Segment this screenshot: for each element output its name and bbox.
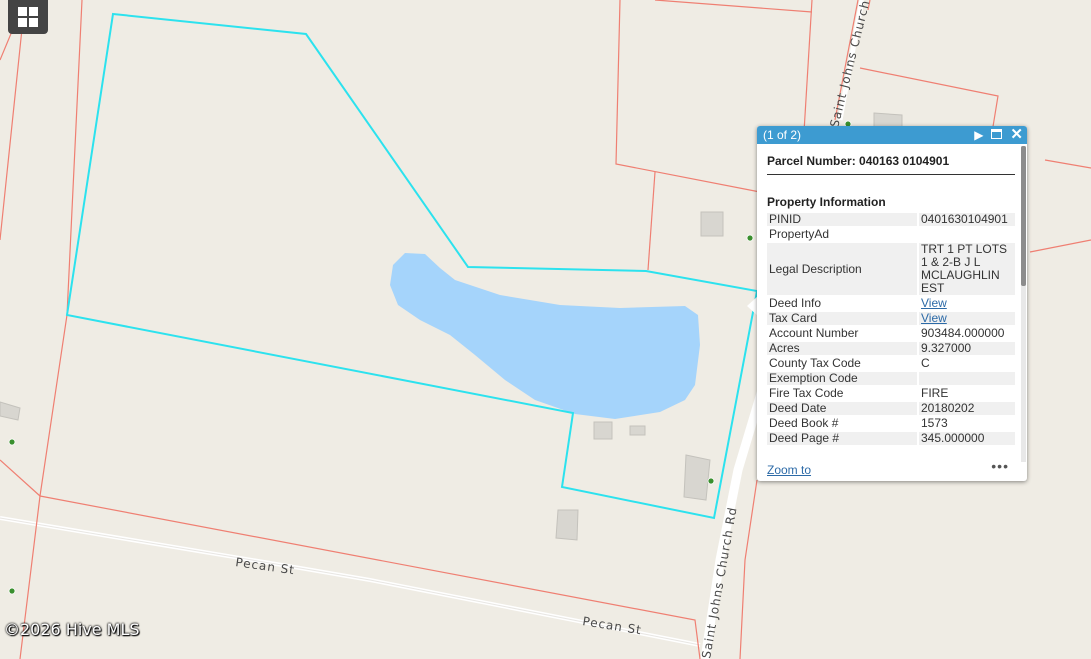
field-value: FIRE <box>921 386 949 400</box>
parcel-number-title: Parcel Number: 040163 0104901 <box>767 154 1015 175</box>
popup-scrollbar[interactable] <box>1021 146 1026 462</box>
field-label: Account Number <box>769 326 859 340</box>
table-row: Deed Book # 1573 <box>767 417 1015 430</box>
field-label: Deed Page # <box>767 432 917 445</box>
field-value: 345.000000 <box>919 432 1015 445</box>
table-row: County Tax Code C <box>767 357 1015 370</box>
close-icon[interactable]: ✕ <box>1010 127 1023 143</box>
zoom-to-link[interactable]: Zoom to <box>767 463 811 477</box>
table-row: Deed Date 20180202 <box>767 402 1015 415</box>
more-actions-icon[interactable]: ••• <box>991 458 1009 474</box>
field-value: 9.327000 <box>919 342 1015 355</box>
popup-content: Parcel Number: 040163 0104901 Property I… <box>757 144 1020 462</box>
scroll-thumb[interactable] <box>1021 146 1026 286</box>
grid-icon <box>18 7 38 27</box>
table-row: Account Number 903484.000000 <box>767 327 1015 340</box>
table-row: Exemption Code <box>767 372 1015 385</box>
field-label: PropertyAd <box>769 227 830 241</box>
field-value: 20180202 <box>919 402 1015 415</box>
section-heading: Property Information <box>767 195 886 209</box>
field-value <box>919 228 1015 241</box>
field-label: Acres <box>767 342 917 355</box>
field-label: Exemption Code <box>767 372 917 385</box>
field-value: C <box>921 356 930 370</box>
field-label: Legal Description <box>767 243 917 295</box>
popup-header: (1 of 2) ▶ ✕ <box>757 126 1027 144</box>
field-value: 903484.000000 <box>921 326 1005 340</box>
field-value: TRT 1 PT LOTS 1 & 2-B J L MCLAUGHLIN EST <box>919 243 1015 295</box>
next-icon[interactable]: ▶ <box>974 127 983 143</box>
table-row: Deed Info View <box>767 297 1015 310</box>
map-copyright: ©2026 Hive MLS <box>4 620 140 639</box>
field-value: 1573 <box>921 416 948 430</box>
maximize-icon[interactable] <box>991 127 1003 143</box>
basemap-gallery-button[interactable] <box>8 0 48 34</box>
table-row: Acres 9.327000 <box>767 342 1015 355</box>
tax-card-link[interactable]: View <box>921 311 947 325</box>
attribute-table: PINID 0401630104901 PropertyAd Legal Desc… <box>765 211 1017 447</box>
table-row: Tax Card View <box>767 312 1015 325</box>
table-row: PropertyAd <box>767 228 1015 241</box>
table-row: Fire Tax Code FIRE <box>767 387 1015 400</box>
parcel-popup: (1 of 2) ▶ ✕ Parcel Number: 040163 01049… <box>757 126 1027 481</box>
field-label: County Tax Code <box>769 356 861 370</box>
field-label: PINID <box>767 213 917 226</box>
field-label: Deed Info <box>769 296 822 310</box>
field-value: 0401630104901 <box>919 213 1015 226</box>
field-label: Deed Book # <box>769 416 839 430</box>
deed-info-link[interactable]: View <box>921 296 947 310</box>
field-value <box>919 372 1015 385</box>
field-label: Tax Card <box>767 312 917 325</box>
table-row: Deed Page #345.000000 <box>767 432 1015 445</box>
field-label: Deed Date <box>767 402 917 415</box>
popup-pager: (1 of 2) <box>763 128 802 142</box>
field-label: Fire Tax Code <box>769 386 844 400</box>
table-row: Legal Description TRT 1 PT LOTS 1 & 2-B J… <box>767 243 1015 295</box>
table-row: PINID 0401630104901 <box>767 213 1015 226</box>
